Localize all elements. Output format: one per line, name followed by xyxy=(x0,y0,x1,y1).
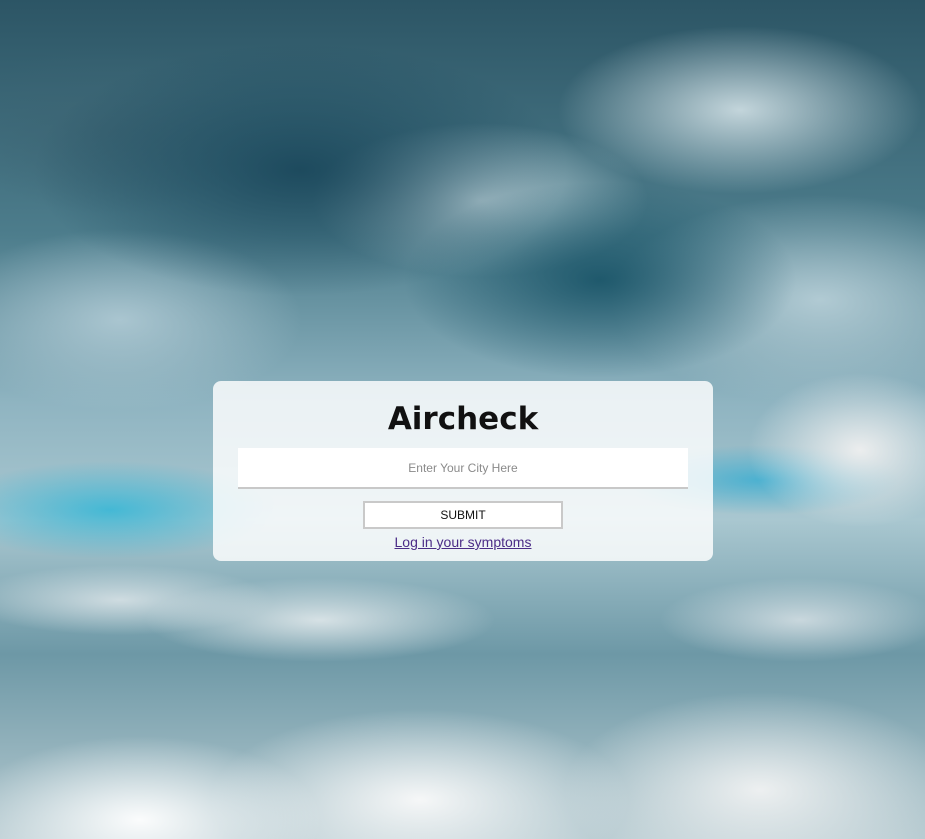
symptoms-link-container: Log in your symptoms xyxy=(213,533,713,551)
city-search-input[interactable] xyxy=(238,448,688,489)
submit-button[interactable]: SUBMIT xyxy=(363,501,563,529)
page-title: Aircheck xyxy=(387,401,539,437)
log-symptoms-link[interactable]: Log in your symptoms xyxy=(395,534,532,550)
search-card: Aircheck SUBMIT Log in your symptoms xyxy=(213,381,713,561)
